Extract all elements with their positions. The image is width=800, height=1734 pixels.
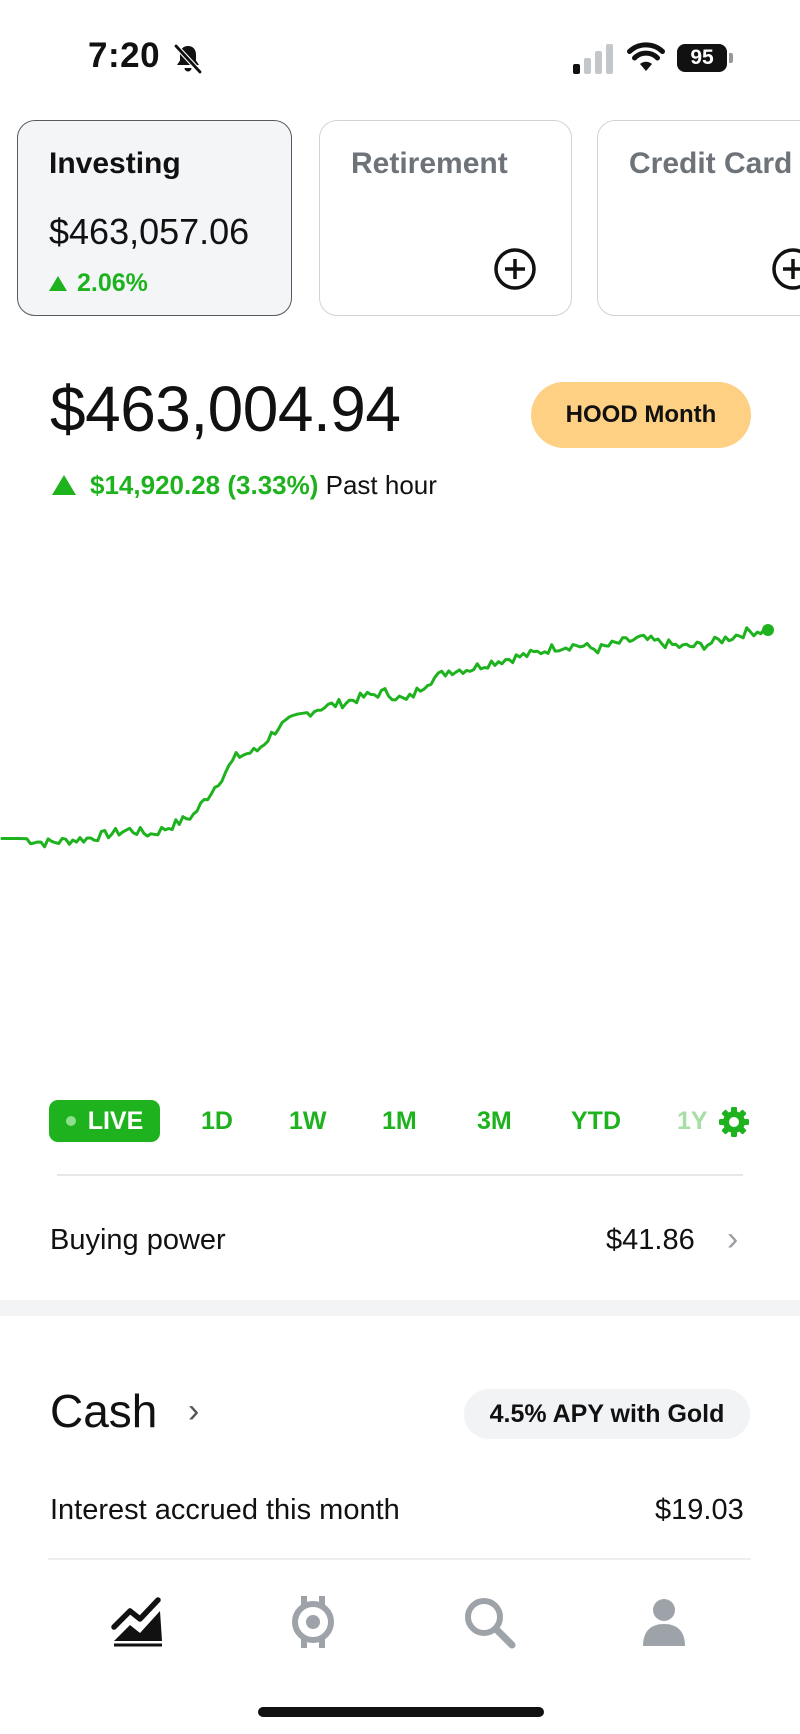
divider bbox=[48, 1558, 751, 1560]
account-name: Retirement bbox=[351, 147, 508, 180]
range-1w[interactable]: 1W bbox=[289, 1100, 327, 1142]
account-card-retirement[interactable]: Retirement bbox=[319, 120, 572, 316]
cash-title[interactable]: Cash bbox=[50, 1384, 157, 1438]
chart-settings-gear-icon[interactable] bbox=[718, 1106, 750, 1138]
apy-gold-badge[interactable]: 4.5% APY with Gold bbox=[464, 1389, 750, 1439]
up-arrow-icon bbox=[49, 276, 67, 291]
range-3m[interactable]: 3M bbox=[477, 1100, 512, 1142]
range-1d[interactable]: 1D bbox=[201, 1100, 233, 1142]
battery-icon: 95 bbox=[677, 44, 733, 74]
divider bbox=[57, 1174, 743, 1176]
range-1m[interactable]: 1M bbox=[382, 1100, 417, 1142]
account-name: Investing bbox=[49, 147, 181, 180]
range-ytd[interactable]: YTD bbox=[571, 1100, 621, 1142]
buying-power-label: Buying power bbox=[50, 1224, 226, 1256]
home-indicator bbox=[258, 1707, 544, 1717]
add-circle-icon[interactable] bbox=[771, 247, 800, 291]
portfolio-value: $463,004.94 bbox=[50, 373, 401, 445]
buying-power-value: $41.86 bbox=[606, 1224, 695, 1256]
account-value: $463,057.06 bbox=[49, 211, 250, 252]
section-separator bbox=[0, 1300, 800, 1316]
investing-chart-icon[interactable] bbox=[110, 1594, 166, 1650]
up-arrow-icon bbox=[52, 475, 76, 495]
chevron-right-icon[interactable]: › bbox=[188, 1392, 199, 1431]
buying-power-row[interactable]: Buying power $41.86 › bbox=[0, 1200, 800, 1280]
search-icon[interactable] bbox=[461, 1594, 517, 1650]
change-amount: $14,920.28 (3.33%) bbox=[90, 470, 319, 500]
change-period: Past hour bbox=[325, 470, 437, 500]
account-icon[interactable] bbox=[636, 1594, 692, 1650]
add-circle-icon[interactable] bbox=[493, 247, 537, 291]
account-card-investing[interactable]: Investing $463,057.06 2.06% bbox=[17, 120, 292, 316]
interest-accrued-label: Interest accrued this month bbox=[50, 1494, 400, 1526]
chevron-right-icon: › bbox=[727, 1220, 739, 1258]
status-time: 7:20 bbox=[88, 36, 161, 75]
range-live[interactable]: LIVE bbox=[49, 1100, 160, 1142]
portfolio-change: $14,920.28 (3.33%) Past hour bbox=[52, 470, 437, 501]
cellular-signal-icon bbox=[573, 44, 613, 74]
account-name: Credit Card bbox=[629, 147, 793, 180]
battery-level: 95 bbox=[677, 44, 727, 72]
portfolio-chart[interactable] bbox=[0, 600, 800, 1080]
chart-current-point bbox=[762, 624, 774, 636]
wifi-icon bbox=[627, 42, 665, 71]
hood-month-button[interactable]: HOOD Month bbox=[531, 382, 751, 448]
crypto-icon[interactable] bbox=[285, 1594, 341, 1650]
chart-series-line bbox=[0, 626, 770, 849]
interest-accrued-value: $19.03 bbox=[655, 1494, 744, 1526]
account-card-credit-card[interactable]: Credit Card bbox=[597, 120, 800, 316]
bell-muted-icon bbox=[174, 44, 202, 74]
account-change: 2.06% bbox=[49, 269, 148, 298]
range-1y[interactable]: 1Y bbox=[677, 1100, 708, 1142]
